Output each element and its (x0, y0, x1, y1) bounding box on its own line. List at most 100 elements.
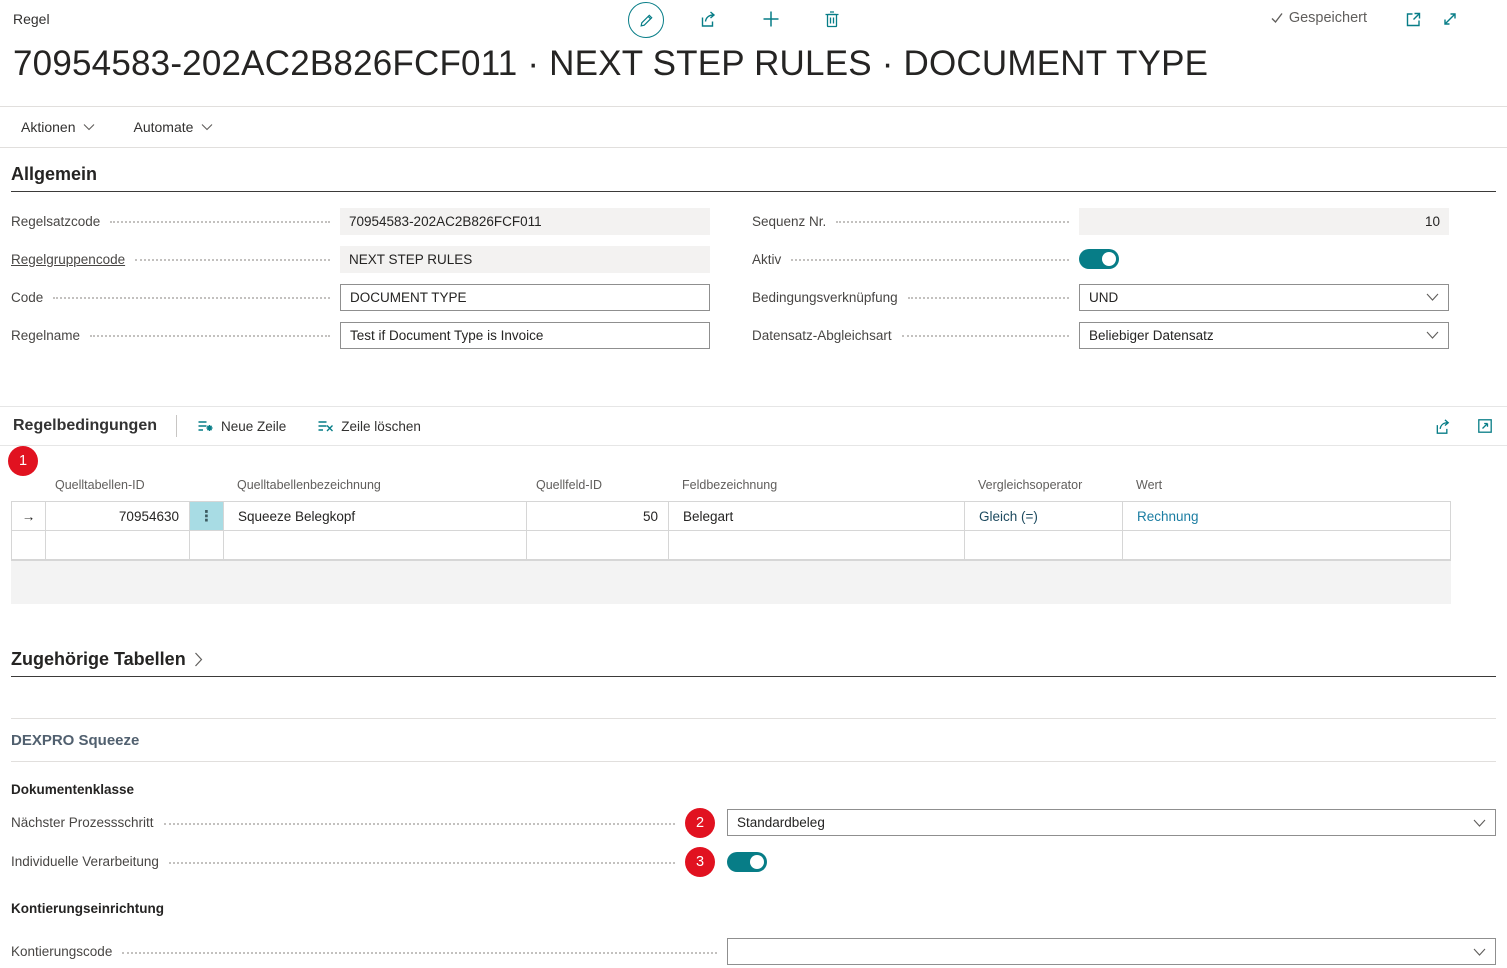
dokumentenklasse-heading: Dokumentenklasse (11, 782, 1496, 797)
regelgruppencode-value[interactable]: NEXT STEP RULES (340, 246, 710, 273)
regelsatzcode-label: Regelsatzcode (11, 214, 100, 229)
part-header-icons (1434, 417, 1494, 436)
dotted-leader (902, 335, 1069, 337)
chevron-down-icon (1426, 293, 1439, 301)
conditions-heading[interactable]: Regelbedingungen (13, 417, 157, 435)
aktiv-toggle[interactable] (1079, 249, 1119, 269)
expand-diagonal-icon (1441, 10, 1459, 28)
new-line-label: Neue Zeile (221, 419, 286, 434)
focus-mode-icon[interactable] (1476, 417, 1494, 435)
cell-source-table-id[interactable]: 70954630 (46, 502, 190, 530)
chevron-down-icon (1473, 948, 1486, 956)
regelgruppencode-label[interactable]: Regelgruppencode (11, 252, 125, 267)
save-status: Gespeichert (1270, 10, 1367, 26)
individuelle-verarbeitung-toggle[interactable] (727, 852, 767, 872)
datensatz-abgleichsart-select[interactable]: Beliebiger Datensatz (1079, 322, 1449, 349)
plus-icon (761, 9, 781, 29)
code-input[interactable]: DOCUMENT TYPE (340, 284, 710, 311)
field-naechster-prozessschritt: Nächster Prozessschritt 2 Standardbeleg (11, 803, 1496, 842)
section-divider (11, 718, 1496, 719)
cell-field-name[interactable]: Belegart (669, 502, 965, 530)
menu-aktionen[interactable]: Aktionen (21, 119, 95, 135)
naechster-prozessschritt-label: Nächster Prozessschritt (11, 815, 154, 830)
section-allgemein-heading[interactable]: Allgemein (11, 164, 1496, 192)
trash-icon (823, 9, 841, 29)
naechster-prozessschritt-select[interactable]: Standardbeleg (727, 809, 1496, 836)
col-header-source-table-id[interactable]: Quelltabellen-ID (45, 478, 189, 492)
field-bedingungsverknuepfung: Bedingungsverknüpfung UND (752, 278, 1449, 316)
new-line-button[interactable]: Neue Zeile (196, 417, 286, 435)
cell-ellipsis-button[interactable]: ⋮ (190, 502, 224, 530)
menu-automate[interactable]: Automate (133, 119, 213, 135)
share-icon[interactable] (1434, 417, 1453, 436)
aktiv-label: Aktiv (752, 252, 781, 267)
kontierungscode-select[interactable] (727, 938, 1496, 965)
general-right-column: Sequenz Nr. 10 Aktiv Bedingungsverknüpfu… (752, 202, 1449, 354)
col-header-field-name[interactable]: Feldbezeichnung (668, 478, 964, 492)
dotted-leader (122, 952, 717, 954)
field-individuelle-verarbeitung: Individuelle Verarbeitung 3 (11, 842, 1496, 881)
general-left-column: Regelsatzcode 70954583-202AC2B826FCF011 … (11, 202, 710, 354)
field-aktiv: Aktiv (752, 240, 1449, 278)
col-header-operator[interactable]: Vergleichsoperator (964, 478, 1122, 492)
dotted-leader (53, 297, 330, 299)
regelsatzcode-value[interactable]: 70954583-202AC2B826FCF011 (340, 208, 710, 235)
new-line-icon (196, 417, 214, 435)
individuelle-verarbeitung-label: Individuelle Verarbeitung (11, 854, 159, 869)
conditions-grid: Quelltabellen-ID Quelltabellenbezeichnun… (0, 446, 1507, 604)
section-dexpro-heading[interactable]: DEXPRO Squeeze (11, 732, 1496, 762)
edit-button[interactable] (628, 2, 664, 38)
bedingungsverknuepfung-select[interactable]: UND (1079, 284, 1449, 311)
bedingungsverknuepfung-value: UND (1089, 290, 1118, 305)
dotted-leader (135, 259, 330, 261)
chevron-down-icon (1426, 331, 1439, 339)
cell-operator[interactable]: Gleich (=) (965, 502, 1123, 530)
cell-ellipsis[interactable] (190, 531, 224, 559)
dotted-leader (110, 221, 330, 223)
sequenz-label: Sequenz Nr. (752, 214, 826, 229)
table-row: → 70954630 ⋮ Squeeze Belegkopf 50 Belega… (12, 502, 1450, 531)
section-related-tables-heading[interactable]: Zugehörige Tabellen (11, 649, 1496, 677)
individuelle-verarbeitung-control (727, 852, 1496, 872)
resize-window-button[interactable] (1441, 10, 1459, 28)
menu-automate-label: Automate (133, 119, 193, 135)
new-button[interactable] (761, 9, 781, 29)
dotted-leader (169, 862, 675, 864)
row-selector-cell[interactable] (12, 531, 46, 559)
delete-line-label: Zeile löschen (341, 419, 421, 434)
naechster-prozessschritt-value: Standardbeleg (737, 815, 825, 830)
cell-source-table-name[interactable]: Squeeze Belegkopf (224, 502, 527, 530)
col-header-source-table-name[interactable]: Quelltabellenbezeichnung (223, 478, 526, 492)
grid-table: → 70954630 ⋮ Squeeze Belegkopf 50 Belega… (11, 501, 1451, 561)
dotted-leader (836, 221, 1069, 223)
row-selector-cell[interactable]: → (12, 502, 46, 530)
field-regelname: Regelname Test if Document Type is Invoi… (11, 316, 710, 354)
cell-source-table-id[interactable] (46, 531, 190, 559)
chevron-down-icon (1473, 819, 1486, 827)
col-header-value[interactable]: Wert (1122, 478, 1449, 492)
cell-source-field-id[interactable] (527, 531, 669, 559)
open-in-new-window-button[interactable] (1404, 10, 1423, 29)
col-header-source-field-id[interactable]: Quellfeld-ID (526, 478, 668, 492)
table-row-empty (12, 531, 1450, 560)
grid-header-row: Quelltabellen-ID Quelltabellenbezeichnun… (11, 446, 1496, 501)
cell-operator[interactable] (965, 531, 1123, 559)
field-code: Code DOCUMENT TYPE (11, 278, 710, 316)
cell-source-field-id[interactable]: 50 (527, 502, 669, 530)
delete-line-button[interactable]: Zeile löschen (316, 417, 421, 435)
conditions-part: Regelbedingungen Neue Zeile Zeile lösche… (0, 406, 1507, 604)
field-regelgruppencode: Regelgruppencode NEXT STEP RULES (11, 240, 710, 278)
datensatz-abgleichsart-value: Beliebiger Datensatz (1089, 328, 1214, 343)
dexpro-fields: Nächster Prozessschritt 2 Standardbeleg … (0, 797, 1507, 881)
sequenz-value[interactable]: 10 (1079, 208, 1449, 235)
regelname-input[interactable]: Test if Document Type is Invoice (340, 322, 710, 349)
delete-button[interactable] (823, 9, 841, 29)
dotted-leader (791, 259, 1069, 261)
cell-source-table-name[interactable] (224, 531, 527, 559)
conditions-part-header: Regelbedingungen Neue Zeile Zeile lösche… (0, 406, 1507, 446)
cell-field-name[interactable] (669, 531, 965, 559)
cell-value[interactable] (1123, 531, 1450, 559)
regelname-label: Regelname (11, 328, 80, 343)
share-button[interactable] (699, 9, 719, 29)
cell-value[interactable]: Rechnung (1123, 502, 1450, 530)
